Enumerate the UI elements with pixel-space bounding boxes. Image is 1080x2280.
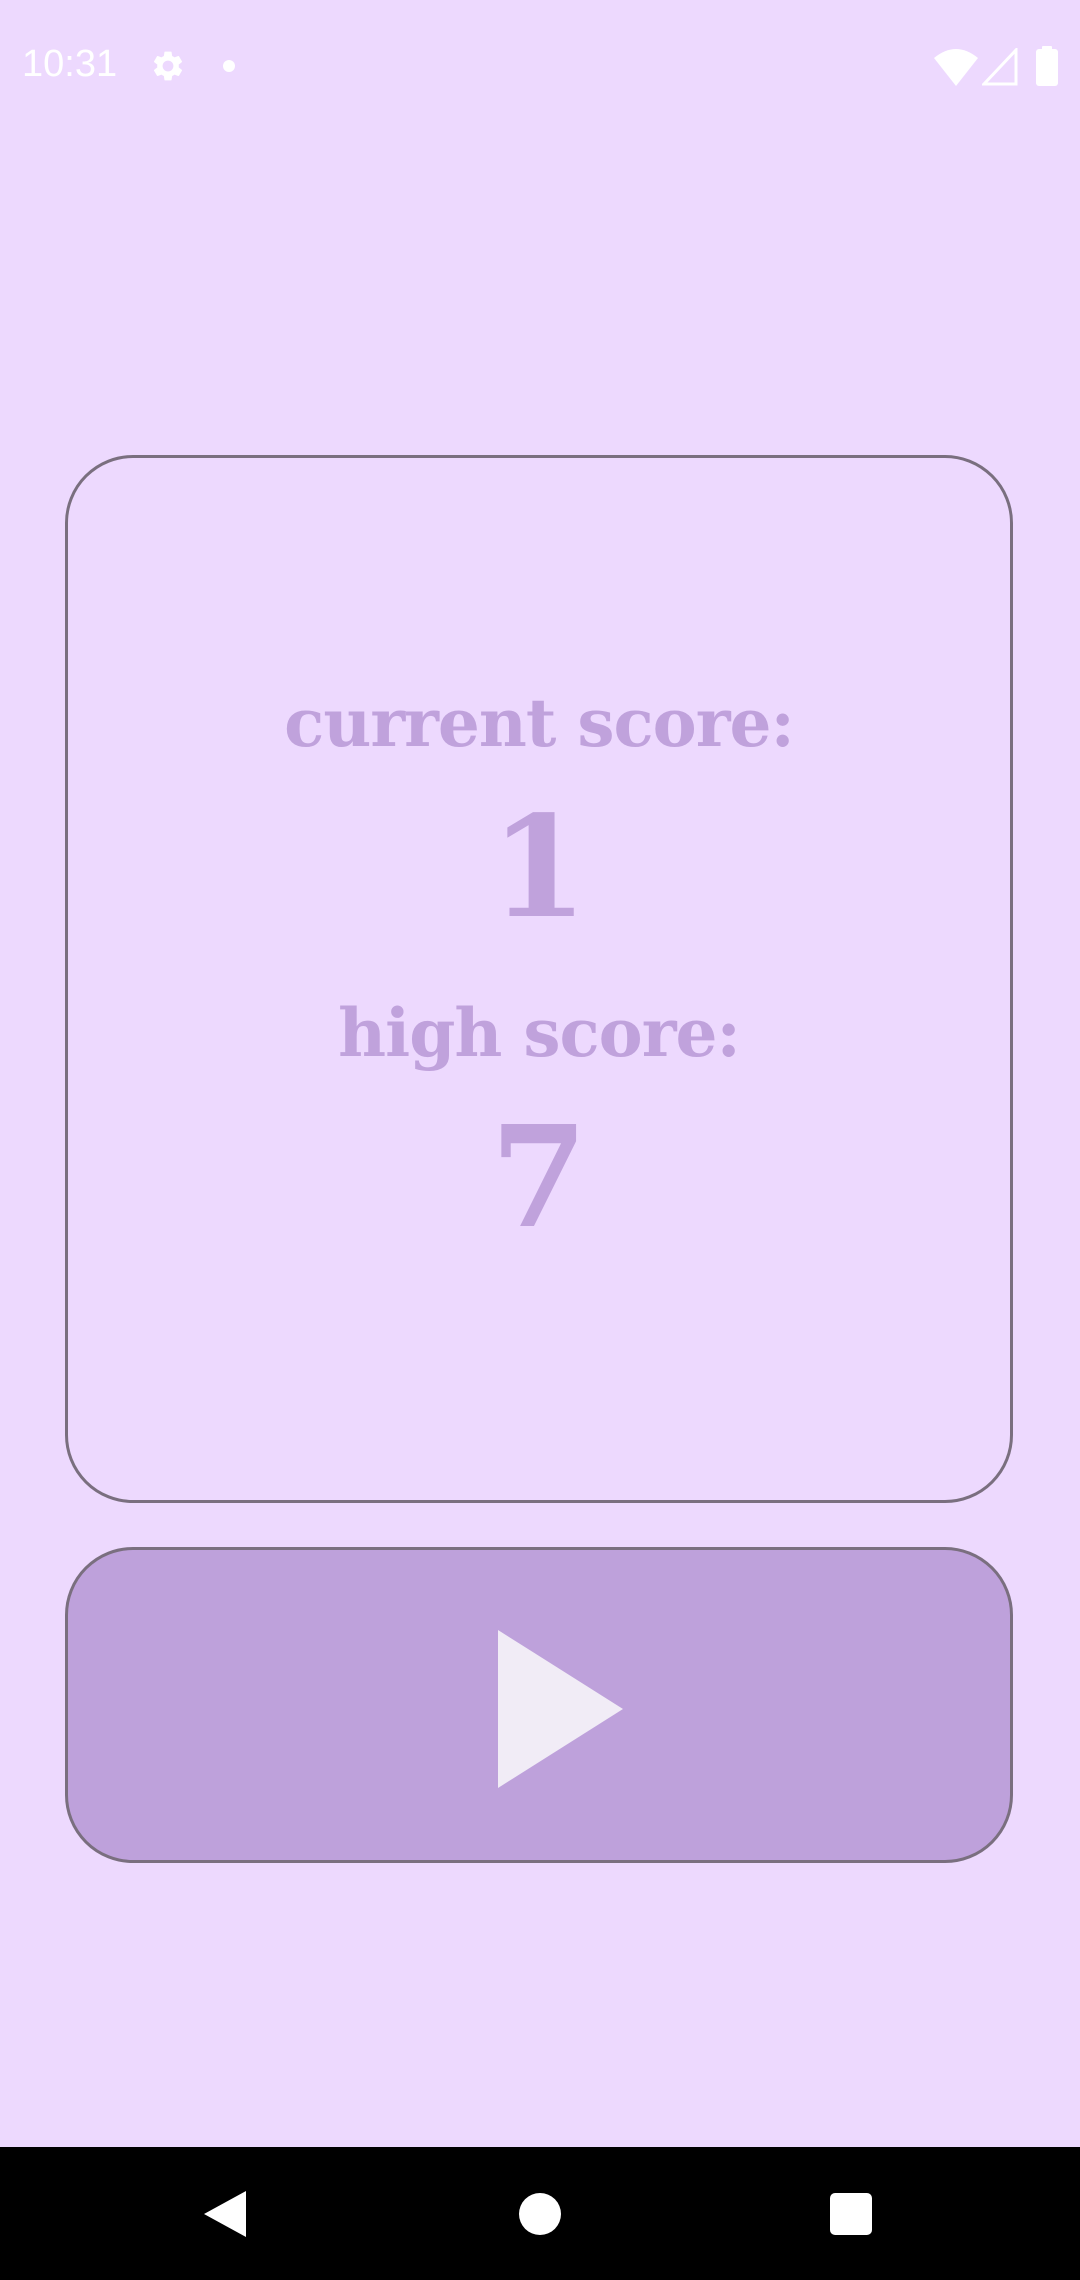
notification-dot-icon: [223, 60, 235, 72]
navigation-bar: [0, 2147, 1080, 2280]
wifi-icon: [934, 49, 978, 86]
score-card: current score: 1 high score: 7: [65, 455, 1013, 1503]
high-score-value: 7: [490, 1096, 588, 1260]
status-time: 10:31: [22, 43, 118, 85]
current-score-value: 1: [490, 786, 588, 950]
cell-signal-icon: [982, 48, 1018, 86]
battery-icon: [1036, 46, 1058, 86]
current-score-label: current score:: [284, 684, 795, 762]
play-icon: [498, 1630, 623, 1788]
high-score-label: high score:: [338, 994, 741, 1072]
status-bar: 10:31: [0, 0, 1080, 130]
home-icon[interactable]: [519, 2193, 561, 2235]
gear-icon: [153, 51, 183, 81]
play-button[interactable]: [65, 1547, 1013, 1863]
back-icon[interactable]: [204, 2191, 246, 2237]
recents-icon[interactable]: [830, 2193, 872, 2235]
